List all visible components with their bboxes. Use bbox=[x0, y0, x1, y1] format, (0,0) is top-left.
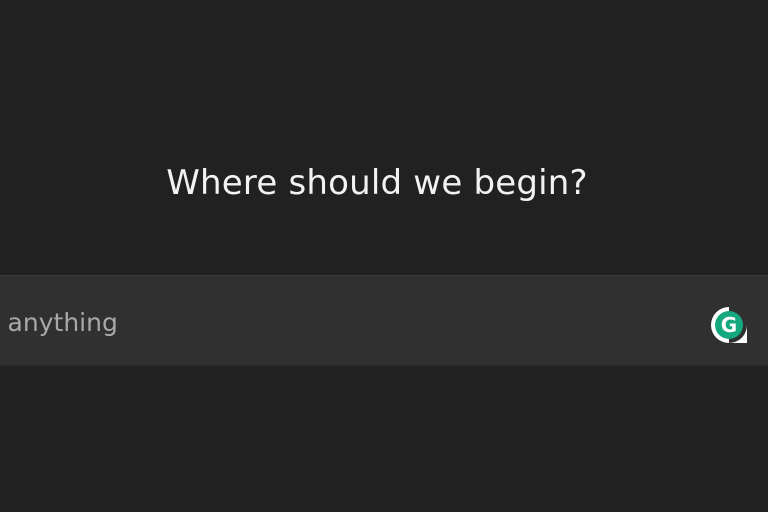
grammarly-icon: G bbox=[711, 307, 747, 343]
page-headline: Where should we begin? bbox=[166, 163, 588, 203]
prompt-composer[interactable]: G bbox=[0, 275, 768, 366]
prompt-input[interactable] bbox=[0, 304, 635, 340]
grammarly-button[interactable]: G bbox=[709, 305, 749, 345]
grammarly-letter: G bbox=[721, 313, 737, 337]
